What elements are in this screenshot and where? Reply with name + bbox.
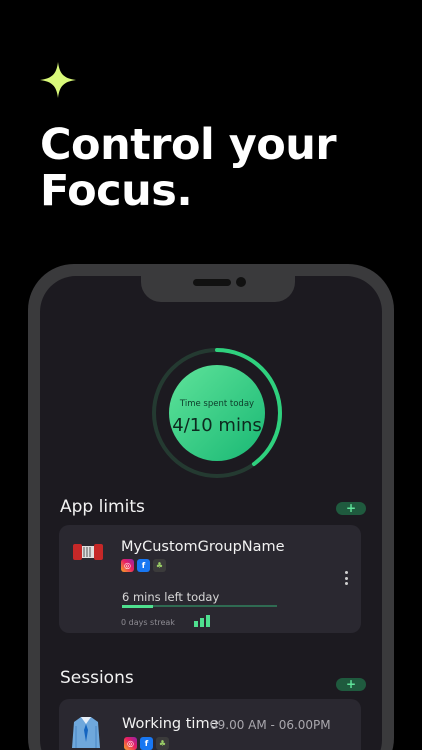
session-name: Working time — [122, 716, 219, 732]
headline-line-2: Focus. — [40, 166, 193, 216]
facebook-icon: f — [137, 559, 150, 572]
add-session-button[interactable]: + — [336, 678, 366, 691]
accordion-icon — [73, 544, 103, 560]
instagram-icon: ◎ — [121, 559, 134, 572]
add-app-limit-button[interactable]: + — [336, 502, 366, 515]
stats-bars-icon[interactable] — [194, 615, 212, 627]
time-left-progress — [122, 604, 277, 608]
time-spent-display: Time spent today 4/10 mins — [150, 346, 284, 480]
instagram-icon: ◎ — [124, 737, 137, 750]
time-spent-value: 4/10 mins — [172, 414, 262, 436]
sessions-title: Sessions — [60, 668, 134, 688]
time-left-label: 6 mins left today — [122, 590, 220, 604]
game-icon: ♣ — [156, 737, 169, 750]
app-limits-title: App limits — [60, 497, 145, 517]
phone-camera — [236, 277, 246, 287]
streak-label: 0 days streak — [121, 618, 175, 627]
time-spent-label: Time spent today — [179, 398, 255, 409]
group-name: MyCustomGroupName — [121, 539, 285, 555]
session-time: 09.00 AM - 06.00PM — [210, 718, 331, 732]
time-left-progress-fill — [122, 604, 153, 608]
phone-speaker — [193, 279, 231, 286]
session-app-icons: ◎ f ♣ — [124, 737, 169, 750]
shirt-icon — [72, 717, 100, 748]
group-app-icons: ◎ f ♣ — [121, 559, 166, 572]
sparkle-icon — [40, 62, 76, 98]
headline: Control your Focus. — [40, 122, 400, 214]
facebook-icon: f — [140, 737, 153, 750]
headline-line-1: Control your — [40, 120, 337, 170]
game-icon: ♣ — [153, 559, 166, 572]
more-options-icon[interactable] — [345, 571, 349, 585]
